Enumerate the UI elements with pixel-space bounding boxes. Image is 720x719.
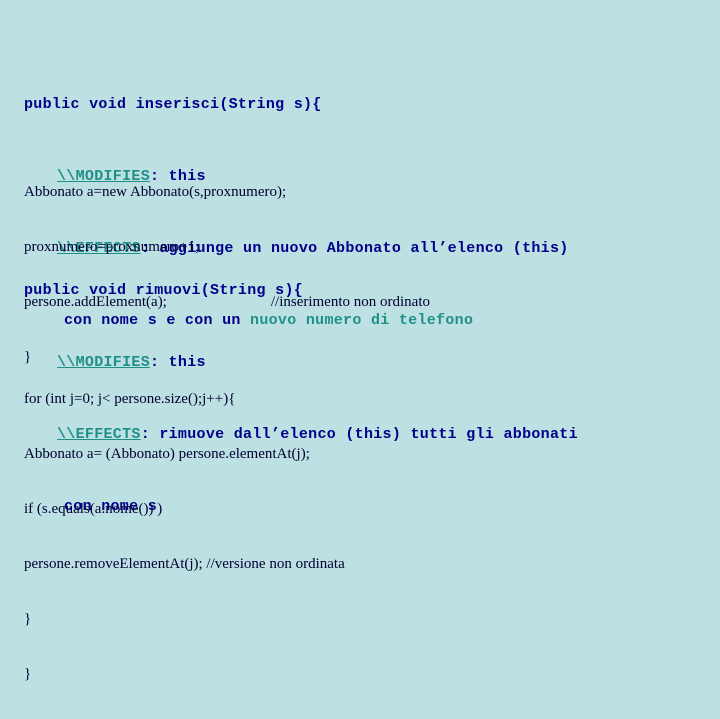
code-line-with-comment: persone.removeElementAt(j); //versione n… — [24, 556, 345, 572]
code-line: Abbonato a= (Abbonato) persone.elementAt… — [24, 446, 310, 462]
code-line: for (int j=0; j< persone.size();j++){ — [24, 391, 236, 407]
code-line: Abbonato a=new Abbonato(s,proxnumero); — [24, 184, 287, 200]
method-signature-inserisci: public void inserisci(String s){ — [24, 96, 322, 113]
code-closing-brace: } — [24, 666, 32, 682]
code-body-rimuovi: for (int j=0; j< persone.size();j++){ Ab… — [24, 355, 345, 719]
code-closing-brace: } — [24, 611, 32, 627]
code-line: if (s.equals(a.nome()) ) — [24, 501, 163, 517]
slide-canvas: public void inserisci(String s){ \\MODIF… — [0, 0, 720, 682]
method-signature-rimuovi: public void rimuovi(String s){ — [24, 282, 304, 299]
